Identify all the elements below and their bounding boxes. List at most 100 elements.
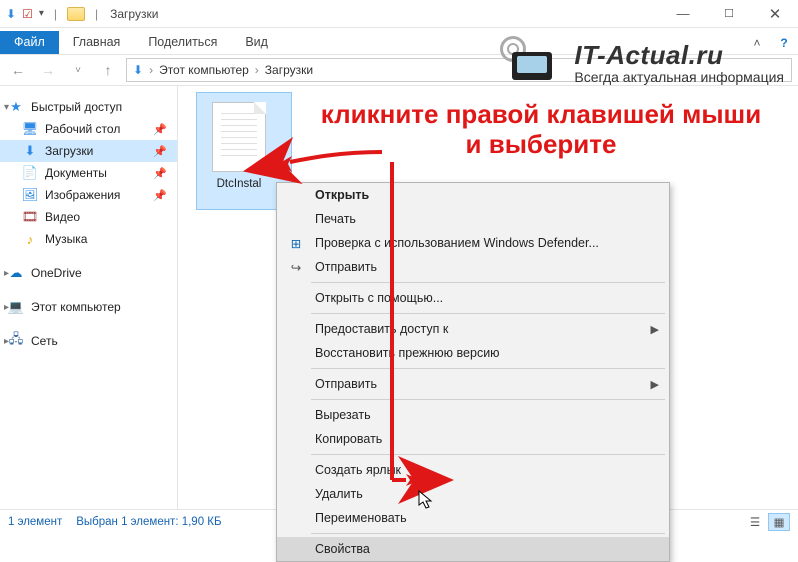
sidebar-item-downloads[interactable]: ⬇ Загрузки 📌	[0, 140, 177, 162]
view-details-button[interactable]: ☰	[744, 513, 766, 531]
video-icon: 🎞	[22, 209, 38, 225]
sidebar-onedrive[interactable]: ▸ ☁ OneDrive	[0, 262, 177, 284]
sidebar-label: Сеть	[31, 334, 58, 348]
checked-box-icon[interactable]: ☑	[22, 7, 33, 21]
sidebar-label: Документы	[45, 166, 107, 180]
cloud-icon: ☁	[8, 265, 24, 281]
sidebar-label: Музыка	[45, 232, 87, 246]
ctx-separator	[311, 313, 665, 314]
chevron-right-icon[interactable]: ▸	[4, 268, 9, 279]
qat-separator-2: |	[91, 7, 102, 21]
file-name: DtcInstal	[194, 178, 284, 190]
ctx-open-with[interactable]: Открыть с помощью...	[277, 286, 669, 310]
minimize-button[interactable]: —	[660, 0, 706, 28]
sidebar-item-pictures[interactable]: 🖼 Изображения 📌	[0, 184, 177, 206]
close-button[interactable]: ✕	[752, 0, 798, 28]
down-arrow-icon[interactable]: ⬇	[6, 7, 16, 21]
ctx-defender[interactable]: ⊞ Проверка с использованием Windows Defe…	[277, 231, 669, 255]
sidebar-label: Рабочий стол	[45, 122, 120, 136]
chevron-down-icon[interactable]: ▾	[4, 102, 9, 113]
ctx-restore-version[interactable]: Восстановить прежнюю версию	[277, 341, 669, 365]
window-controls: — ☐ ✕	[660, 0, 798, 28]
window-title: Загрузки	[108, 7, 158, 21]
status-count: 1 элемент	[8, 516, 62, 528]
nav-recent-icon[interactable]: ˅	[66, 58, 90, 82]
sidebar-quick-access[interactable]: ▾ ★ Быстрый доступ	[0, 96, 177, 118]
music-icon: ♪	[22, 231, 38, 247]
sidebar-item-documents[interactable]: 📄 Документы 📌	[0, 162, 177, 184]
ctx-separator	[311, 533, 665, 534]
ctx-separator	[311, 399, 665, 400]
watermark-logo-icon	[502, 38, 562, 86]
ctx-copy[interactable]: Копировать	[277, 427, 669, 451]
sidebar-label: Этот компьютер	[31, 300, 121, 314]
breadcrumb-sep-1: ›	[255, 63, 259, 77]
share-icon: ↪	[287, 260, 305, 275]
quick-access-toolbar: ⬇ ☑ ▾ | | Загрузки	[0, 7, 164, 21]
submenu-arrow-icon: ▶	[651, 378, 659, 391]
ctx-print[interactable]: Печать	[277, 207, 669, 231]
nav-sidebar: ▾ ★ Быстрый доступ 🖥 Рабочий стол 📌 ⬇ За…	[0, 86, 178, 509]
sidebar-item-videos[interactable]: 🎞 Видео	[0, 206, 177, 228]
view-large-icons-button[interactable]: ▦	[768, 513, 790, 531]
star-icon: ★	[8, 99, 24, 115]
ctx-open[interactable]: Открыть	[277, 183, 669, 207]
picture-icon: 🖼	[22, 187, 38, 203]
pin-icon: 📌	[153, 189, 167, 202]
sidebar-label: OneDrive	[31, 266, 82, 280]
pin-icon: 📌	[153, 167, 167, 180]
sidebar-label: Загрузки	[45, 144, 93, 158]
watermark-title: IT-Actual.ru	[574, 40, 784, 71]
chevron-right-icon[interactable]: ▸	[4, 336, 9, 347]
sidebar-item-music[interactable]: ♪ Музыка	[0, 228, 177, 250]
titlebar: ⬇ ☑ ▾ | | Загрузки — ☐ ✕	[0, 0, 798, 28]
qat-separator: |	[50, 7, 61, 21]
tab-file[interactable]: Файл	[0, 31, 59, 54]
ctx-properties[interactable]: Свойства	[277, 537, 669, 561]
pc-icon: 💻	[8, 299, 24, 315]
chevron-right-icon[interactable]: ▸	[4, 302, 9, 313]
maximize-button[interactable]: ☐	[706, 0, 752, 28]
sidebar-label: Быстрый доступ	[31, 100, 122, 114]
sidebar-label: Видео	[45, 210, 80, 224]
chevron-down-icon[interactable]: ▾	[39, 8, 44, 19]
text-file-icon	[212, 102, 266, 172]
tab-view[interactable]: Вид	[231, 31, 282, 54]
breadcrumb-folder[interactable]: Загрузки	[265, 63, 313, 77]
sidebar-network[interactable]: ▸ 🖧 Сеть	[0, 330, 177, 352]
ctx-share[interactable]: ↪ Отправить	[277, 255, 669, 279]
download-arrow-icon: ⬇	[133, 63, 143, 77]
ctx-separator	[311, 282, 665, 283]
context-menu: Открыть Печать ⊞ Проверка с использовани…	[276, 182, 670, 562]
desktop-icon: 🖥	[22, 121, 38, 137]
tab-home[interactable]: Главная	[59, 31, 135, 54]
file-item[interactable]: DtcInstal	[194, 96, 284, 190]
pin-icon: 📌	[153, 145, 167, 158]
download-icon: ⬇	[22, 143, 38, 159]
ctx-send-to[interactable]: Отправить▶	[277, 372, 669, 396]
status-selection: Выбран 1 элемент: 1,90 КБ	[76, 516, 221, 528]
watermark-subtitle: Всегда актуальная информация	[574, 69, 784, 85]
ctx-cut[interactable]: Вырезать	[277, 403, 669, 427]
nav-forward-button[interactable]: →	[36, 58, 60, 82]
watermark: IT-Actual.ru Всегда актуальная информаци…	[502, 38, 784, 86]
sidebar-item-desktop[interactable]: 🖥 Рабочий стол 📌	[0, 118, 177, 140]
ctx-delete[interactable]: Удалить	[277, 482, 669, 506]
ctx-create-shortcut[interactable]: Создать ярлык	[277, 458, 669, 482]
ctx-grant-access[interactable]: Предоставить доступ к▶	[277, 317, 669, 341]
breadcrumb-pc[interactable]: Этот компьютер	[159, 63, 249, 77]
nav-up-button[interactable]: ↑	[96, 58, 120, 82]
ctx-rename[interactable]: Переименовать	[277, 506, 669, 530]
ctx-separator	[311, 368, 665, 369]
breadcrumb-sep-root: ›	[149, 63, 153, 77]
nav-back-button[interactable]: ←	[6, 58, 30, 82]
sidebar-label: Изображения	[45, 188, 120, 202]
submenu-arrow-icon: ▶	[651, 323, 659, 336]
cursor-icon	[418, 490, 436, 515]
tab-share[interactable]: Поделиться	[134, 31, 231, 54]
sidebar-thispc[interactable]: ▸ 💻 Этот компьютер	[0, 296, 177, 318]
network-icon: 🖧	[8, 333, 24, 349]
pin-icon: 📌	[153, 123, 167, 136]
shield-icon: ⊞	[287, 236, 305, 251]
folder-icon	[67, 7, 85, 21]
